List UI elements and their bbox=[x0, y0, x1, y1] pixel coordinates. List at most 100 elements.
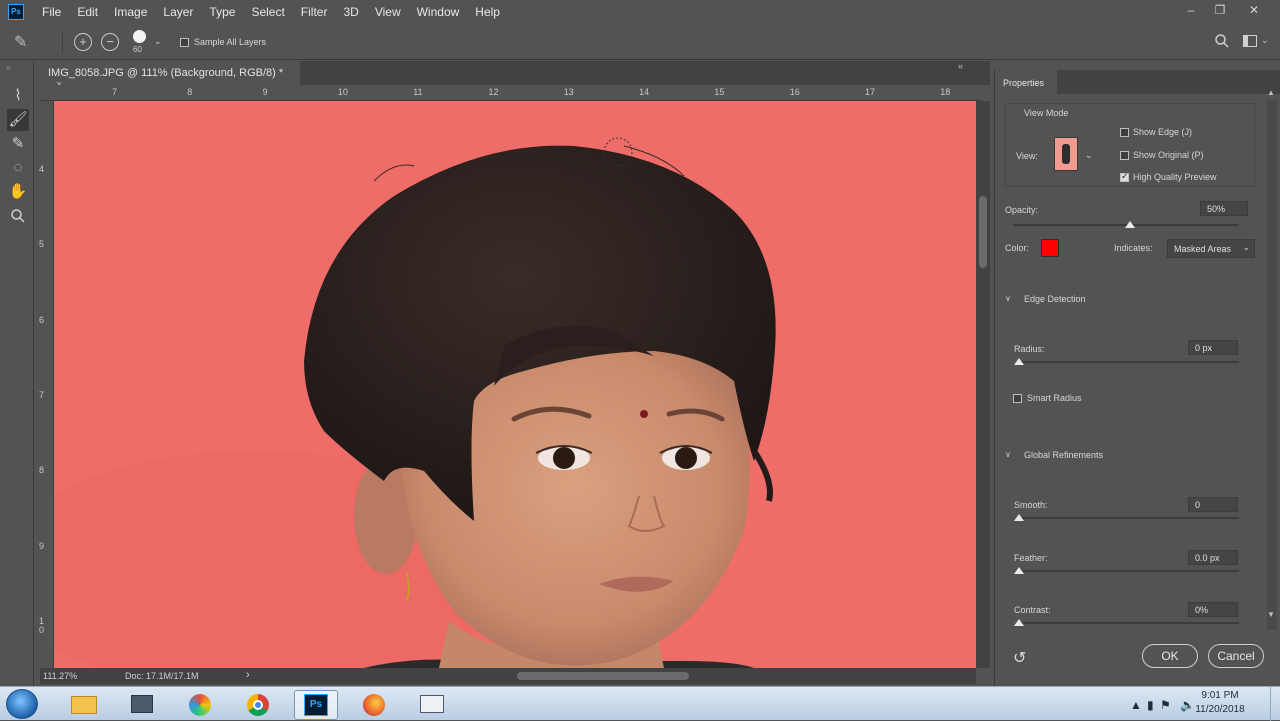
global-refinements-chevron-icon[interactable]: ∨ bbox=[1005, 450, 1011, 459]
horizontal-scroll-thumb[interactable] bbox=[517, 672, 689, 680]
smooth-slider-track[interactable] bbox=[1017, 517, 1239, 519]
subtract-from-selection-icon[interactable]: − bbox=[101, 33, 119, 51]
menu-help[interactable]: Help bbox=[475, 5, 500, 19]
feather-field[interactable]: 0.0 px bbox=[1188, 550, 1238, 565]
radius-slider-thumb[interactable] bbox=[1014, 358, 1024, 365]
computer-icon[interactable] bbox=[120, 690, 164, 720]
quick-selection-tool-icon[interactable]: ⌇ bbox=[7, 85, 29, 107]
menu-window[interactable]: Window bbox=[417, 5, 460, 19]
smart-radius-checkbox[interactable] bbox=[1013, 394, 1022, 403]
file-explorer-icon[interactable] bbox=[62, 690, 106, 720]
radius-field[interactable]: 0 px bbox=[1188, 340, 1238, 355]
feather-label: Feather: bbox=[1014, 553, 1048, 563]
panel-collapse-icon[interactable]: « bbox=[958, 61, 963, 71]
chrome-icon[interactable] bbox=[236, 690, 280, 720]
tab-properties[interactable]: Properties bbox=[995, 70, 1057, 94]
horizontal-scrollbar[interactable] bbox=[260, 668, 976, 684]
system-clock[interactable]: 9:01 PM 11/20/2018 bbox=[1190, 689, 1250, 717]
smooth-field[interactable]: 0 bbox=[1188, 497, 1238, 512]
menu-view[interactable]: View bbox=[375, 5, 401, 19]
properties-panel: Properties View Mode View: ⌄ Show Edge (… bbox=[994, 70, 1280, 686]
vertical-scrollbar[interactable] bbox=[976, 101, 990, 668]
minimize-icon[interactable]: – bbox=[1183, 3, 1199, 17]
show-edge-checkbox[interactable] bbox=[1120, 128, 1129, 137]
contrast-field[interactable]: 0% bbox=[1188, 602, 1238, 617]
network-icon[interactable]: ▮ bbox=[1147, 698, 1154, 712]
document-size: Doc: 17.1M/17.1M bbox=[125, 671, 199, 681]
indicates-dropdown[interactable]: Masked Areas ⌄ bbox=[1167, 239, 1255, 258]
cancel-button[interactable]: Cancel bbox=[1208, 644, 1264, 668]
menu-file[interactable]: File bbox=[42, 5, 61, 19]
contrast-slider-track[interactable] bbox=[1017, 622, 1239, 624]
paint-icon[interactable] bbox=[178, 690, 222, 720]
document-canvas[interactable] bbox=[54, 101, 976, 668]
photoshop-taskbar-icon[interactable]: Ps bbox=[294, 690, 338, 720]
edge-detection-chevron-icon[interactable]: ∨ bbox=[1005, 294, 1011, 303]
menu-3d[interactable]: 3D bbox=[343, 5, 358, 19]
opacity-slider-thumb[interactable] bbox=[1125, 221, 1135, 228]
brush-preview-icon[interactable] bbox=[133, 30, 146, 43]
window-icon[interactable] bbox=[410, 690, 454, 720]
menu-select[interactable]: Select bbox=[251, 5, 284, 19]
feather-slider-track[interactable] bbox=[1017, 570, 1239, 572]
view-mode-chevron-icon[interactable]: ⌄ bbox=[1085, 150, 1093, 161]
feather-slider-thumb[interactable] bbox=[1014, 567, 1024, 574]
brush-tool-icon[interactable]: ✎ bbox=[7, 133, 29, 155]
action-center-flag-icon[interactable]: ⚑ bbox=[1160, 698, 1171, 712]
chevron-down-icon[interactable]: ⌄ bbox=[154, 36, 162, 47]
close-window-icon[interactable]: ✕ bbox=[1246, 3, 1262, 17]
radius-slider-track[interactable] bbox=[1017, 361, 1239, 363]
color-label: Color: bbox=[1005, 243, 1030, 253]
ruler-tick-label: 16 bbox=[789, 87, 800, 97]
status-menu-arrow-icon[interactable]: › bbox=[246, 669, 250, 681]
zoom-tool-icon[interactable] bbox=[7, 205, 29, 227]
hand-tool-icon[interactable]: ✋ bbox=[7, 181, 29, 203]
lasso-tool-icon[interactable]: ◌ bbox=[7, 157, 29, 179]
workspace-chevron-icon[interactable]: ⌄ bbox=[1261, 35, 1269, 46]
contrast-label: Contrast: bbox=[1014, 605, 1051, 615]
contrast-slider-thumb[interactable] bbox=[1014, 619, 1024, 626]
radius-label: Radius: bbox=[1014, 344, 1045, 354]
options-bar: ✎ + − 60 ⌄ Sample All Layers ⌄ bbox=[0, 24, 1280, 60]
ok-button[interactable]: OK bbox=[1142, 644, 1198, 668]
global-refinements-header[interactable]: Global Refinements bbox=[1024, 450, 1103, 460]
search-icon[interactable] bbox=[1214, 33, 1230, 49]
clock-time: 9:01 PM bbox=[1201, 690, 1239, 701]
opacity-field[interactable]: 50% bbox=[1200, 201, 1248, 216]
view-mode-thumbnail[interactable] bbox=[1054, 137, 1078, 171]
view-mode-label: View Mode bbox=[1024, 108, 1069, 118]
overlay-color-swatch[interactable] bbox=[1041, 239, 1059, 257]
ruler-tick-label: 13 bbox=[563, 87, 574, 97]
firefox-icon[interactable] bbox=[352, 690, 396, 720]
menu-filter[interactable]: Filter bbox=[301, 5, 328, 19]
photoshop-logo-icon[interactable]: Ps bbox=[8, 3, 24, 20]
start-orb-icon[interactable] bbox=[6, 689, 38, 719]
refine-brush-tool-preset-icon[interactable]: ✎ bbox=[14, 32, 38, 52]
edge-detection-header[interactable]: Edge Detection bbox=[1024, 294, 1086, 304]
menu-edit[interactable]: Edit bbox=[77, 5, 98, 19]
smooth-slider-thumb[interactable] bbox=[1014, 514, 1024, 521]
ruler-tick-label: 12 bbox=[488, 87, 499, 97]
document-tab-title: IMG_8058.JPG @ 111% (Background, RGB/8) … bbox=[48, 67, 284, 79]
ruler-tick-label: 10 bbox=[337, 87, 348, 97]
refine-edge-brush-tool-icon[interactable]: 🖌 bbox=[7, 109, 29, 131]
menu-image[interactable]: Image bbox=[114, 5, 147, 19]
zoom-level[interactable]: 111.27% bbox=[43, 671, 77, 681]
document-tab[interactable]: IMG_8058.JPG @ 111% (Background, RGB/8) … bbox=[40, 61, 300, 91]
show-hidden-icons-icon[interactable]: ▲ bbox=[1130, 698, 1142, 712]
high-quality-preview-checkbox[interactable] bbox=[1120, 171, 1129, 182]
vertical-scroll-thumb[interactable] bbox=[979, 196, 987, 268]
menu-layer[interactable]: Layer bbox=[163, 5, 193, 19]
panel-scrollbar[interactable]: ▲ ▼ bbox=[1267, 88, 1277, 630]
sample-all-layers-checkbox[interactable] bbox=[180, 38, 189, 47]
show-edge-label: Show Edge (J) bbox=[1133, 127, 1193, 137]
ruler-tick-label: 14 bbox=[639, 87, 650, 97]
add-to-selection-icon[interactable]: + bbox=[74, 33, 92, 51]
menu-type[interactable]: Type bbox=[209, 5, 235, 19]
show-desktop-button[interactable] bbox=[1270, 687, 1280, 721]
collapse-toolbar-icon[interactable]: » bbox=[6, 63, 10, 72]
workspace-switcher-icon[interactable] bbox=[1243, 35, 1257, 47]
show-original-checkbox[interactable] bbox=[1120, 151, 1129, 160]
reset-icon[interactable]: ↺ bbox=[1013, 648, 1031, 667]
restore-icon[interactable]: ❐ bbox=[1212, 3, 1228, 17]
